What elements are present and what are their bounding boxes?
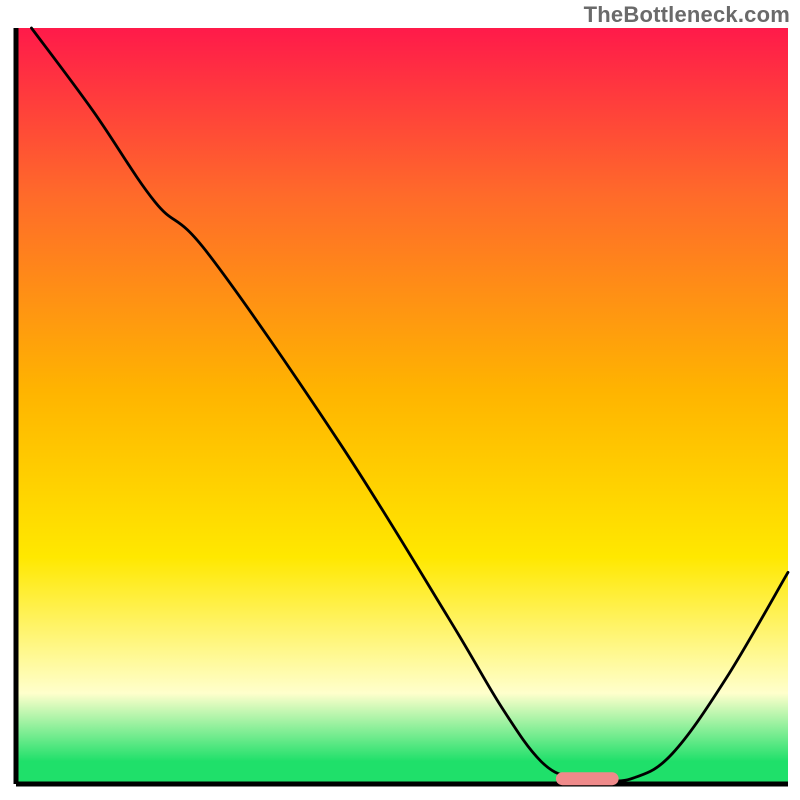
optimal-marker — [556, 773, 618, 785]
gradient-background — [16, 28, 788, 784]
chart-plot — [10, 26, 790, 790]
chart-svg — [10, 26, 790, 790]
watermark-text: TheBottleneck.com — [584, 2, 790, 28]
chart-container: TheBottleneck.com — [0, 0, 800, 800]
